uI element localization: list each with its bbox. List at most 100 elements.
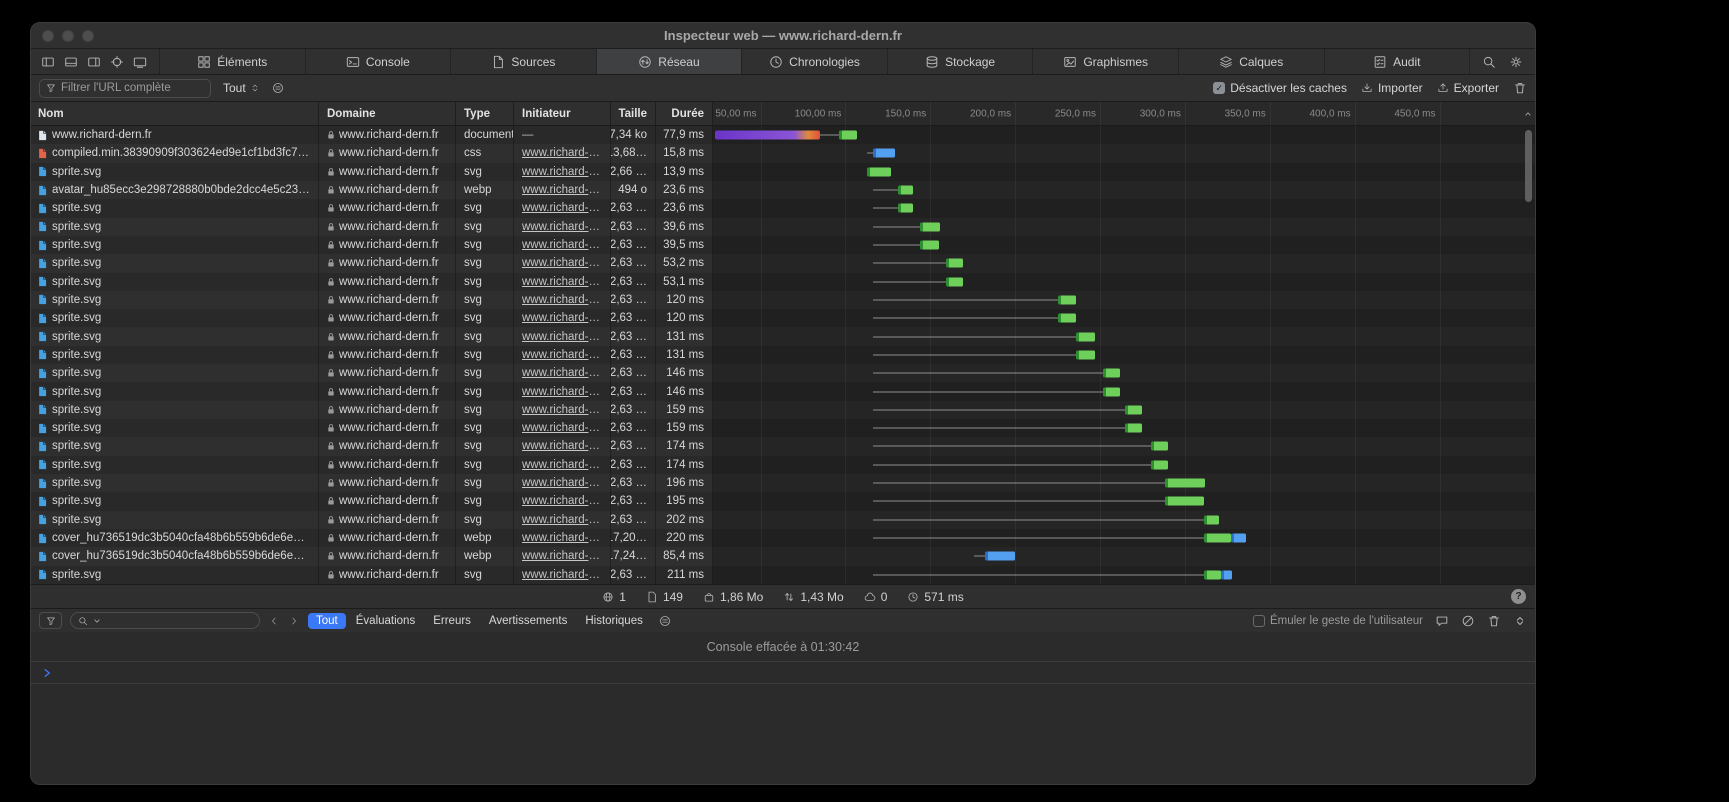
- column-header-domaine[interactable]: Domaine: [319, 102, 456, 125]
- dock-right-icon[interactable]: [87, 55, 101, 69]
- resource-type-filter[interactable]: Tout: [219, 79, 264, 97]
- network-row[interactable]: sprite.svgwww.richard-dern.frsvgwww.rich…: [31, 419, 1535, 437]
- help-button[interactable]: ?: [1511, 589, 1526, 604]
- network-options-icon[interactable]: [272, 82, 284, 94]
- network-row[interactable]: sprite.svgwww.richard-dern.frsvgwww.rich…: [31, 236, 1535, 254]
- console-tab-erreurs[interactable]: Erreurs: [425, 613, 479, 629]
- vertical-scrollbar[interactable]: [1525, 130, 1532, 202]
- gear-icon[interactable]: [1509, 55, 1523, 69]
- network-row[interactable]: sprite.svgwww.richard-dern.frsvgwww.rich…: [31, 273, 1535, 291]
- column-header-taille[interactable]: Taille: [611, 102, 656, 125]
- initiator-link[interactable]: www.richard-d…: [522, 184, 602, 196]
- scroll-up-icon[interactable]: [1523, 109, 1533, 119]
- initiator-link[interactable]: www.richard-d…: [522, 532, 602, 544]
- network-row[interactable]: sprite.svgwww.richard-dern.frsvgwww.rich…: [31, 218, 1535, 236]
- tab-network[interactable]: Réseau: [596, 49, 742, 74]
- url-filter-input[interactable]: Filtrer l'URL complète: [39, 79, 211, 98]
- next-result-button[interactable]: [288, 615, 300, 627]
- zoom-window-button[interactable]: [82, 30, 94, 42]
- console-tab-avertissements[interactable]: Avertissements: [481, 613, 575, 629]
- initiator-link[interactable]: www.richard-d…: [522, 569, 602, 581]
- initiator-link[interactable]: www.richard-d…: [522, 294, 602, 306]
- network-row[interactable]: sprite.svgwww.richard-dern.frsvgwww.rich…: [31, 566, 1535, 584]
- tab-graphics[interactable]: Graphismes: [1032, 49, 1178, 74]
- export-button[interactable]: Exporter: [1437, 81, 1499, 95]
- clear-console-icon[interactable]: [1461, 614, 1475, 628]
- tab-console[interactable]: Console: [305, 49, 451, 74]
- network-row[interactable]: cover_hu736519dc3b5040cfa48b6b559b6de6ec…: [31, 529, 1535, 547]
- network-row[interactable]: sprite.svgwww.richard-dern.frsvgwww.rich…: [31, 401, 1535, 419]
- tab-elements[interactable]: Éléments: [160, 49, 305, 74]
- search-icon[interactable]: [1482, 55, 1496, 69]
- column-header-initiateur[interactable]: Initiateur: [514, 102, 611, 125]
- network-row[interactable]: sprite.svgwww.richard-dern.frsvgwww.rich…: [31, 309, 1535, 327]
- initiator-link[interactable]: www.richard-d…: [522, 404, 602, 416]
- network-row[interactable]: sprite.svgwww.richard-dern.frsvgwww.rich…: [31, 382, 1535, 400]
- network-row[interactable]: sprite.svgwww.richard-dern.frsvgwww.rich…: [31, 437, 1535, 455]
- network-row[interactable]: sprite.svgwww.richard-dern.frsvgwww.rich…: [31, 474, 1535, 492]
- minimize-window-button[interactable]: [62, 30, 74, 42]
- console-filter-button[interactable]: [39, 612, 62, 629]
- initiator-link[interactable]: www.richard-d…: [522, 440, 602, 452]
- tab-timelines[interactable]: Chronologies: [741, 49, 887, 74]
- initiator-link[interactable]: www.richard-d…: [522, 312, 602, 324]
- column-header-duree[interactable]: Durée: [656, 102, 713, 125]
- disable-caches-checkbox[interactable]: ✓ Désactiver les caches: [1213, 81, 1347, 95]
- initiator-link[interactable]: www.richard-d…: [522, 166, 602, 178]
- network-row[interactable]: www.richard-dern.frwww.richard-dern.frdo…: [31, 126, 1535, 144]
- network-row[interactable]: sprite.svgwww.richard-dern.frsvgwww.rich…: [31, 327, 1535, 345]
- network-row[interactable]: sprite.svgwww.richard-dern.frsvgwww.rich…: [31, 492, 1535, 510]
- initiator-link[interactable]: www.richard-d…: [522, 550, 602, 562]
- element-picker-icon[interactable]: [110, 55, 124, 69]
- initiator-link[interactable]: www.richard-d…: [522, 147, 602, 159]
- initiator-link[interactable]: www.richard-d…: [522, 349, 602, 361]
- initiator-link[interactable]: www.richard-d…: [522, 331, 602, 343]
- resize-console-icon[interactable]: [1513, 614, 1527, 628]
- close-window-button[interactable]: [42, 30, 54, 42]
- import-button[interactable]: Importer: [1361, 81, 1423, 95]
- initiator-link[interactable]: www.richard-d…: [522, 367, 602, 379]
- network-row[interactable]: sprite.svgwww.richard-dern.frsvgwww.rich…: [31, 163, 1535, 181]
- tab-sources[interactable]: Sources: [450, 49, 596, 74]
- device-icon[interactable]: [133, 55, 147, 69]
- dock-left-icon[interactable]: [41, 55, 55, 69]
- console-tab-historiques[interactable]: Historiques: [577, 613, 651, 629]
- network-row[interactable]: sprite.svgwww.richard-dern.frsvgwww.rich…: [31, 199, 1535, 217]
- network-row[interactable]: avatar_hu85ecc3e298728880b0bde2dcc4e5c23…: [31, 181, 1535, 199]
- initiator-link[interactable]: www.richard-d…: [522, 202, 602, 214]
- network-row[interactable]: sprite.svgwww.richard-dern.frsvgwww.rich…: [31, 364, 1535, 382]
- initiator-link[interactable]: www.richard-d…: [522, 459, 602, 471]
- column-header-nom[interactable]: Nom: [31, 102, 319, 125]
- network-row[interactable]: sprite.svgwww.richard-dern.frsvgwww.rich…: [31, 346, 1535, 364]
- previous-result-button[interactable]: [268, 615, 280, 627]
- initiator-link[interactable]: www.richard-d…: [522, 514, 602, 526]
- initiator-link[interactable]: www.richard-d…: [522, 257, 602, 269]
- console-prompt[interactable]: [31, 662, 1535, 684]
- tab-layers[interactable]: Calques: [1178, 49, 1324, 74]
- network-row[interactable]: sprite.svgwww.richard-dern.frsvgwww.rich…: [31, 511, 1535, 529]
- initiator-link[interactable]: www.richard-d…: [522, 239, 602, 251]
- emulate-gesture-checkbox[interactable]: Émuler le geste de l'utilisateur: [1253, 615, 1423, 627]
- tab-audit[interactable]: Audit: [1324, 49, 1470, 74]
- console-messages-icon[interactable]: [1435, 614, 1449, 628]
- console-search-input[interactable]: [70, 612, 260, 629]
- network-row[interactable]: sprite.svgwww.richard-dern.frsvgwww.rich…: [31, 291, 1535, 309]
- console-tab-évaluations[interactable]: Évaluations: [348, 613, 423, 629]
- initiator-link[interactable]: www.richard-d…: [522, 221, 602, 233]
- initiator-link[interactable]: www.richard-d…: [522, 477, 602, 489]
- initiator-link[interactable]: www.richard-d…: [522, 422, 602, 434]
- network-row[interactable]: compiled.min.38390909f303624ed9e1cf1bd3f…: [31, 144, 1535, 162]
- column-header-type[interactable]: Type: [456, 102, 514, 125]
- console-tab-tout[interactable]: Tout: [308, 613, 346, 629]
- initiator-link[interactable]: www.richard-d…: [522, 495, 602, 507]
- dock-bottom-icon[interactable]: [64, 55, 78, 69]
- tab-storage[interactable]: Stockage: [887, 49, 1033, 74]
- console-options-icon[interactable]: [659, 615, 671, 627]
- clear-network-trash-icon[interactable]: [1513, 81, 1527, 95]
- titlebar[interactable]: Inspecteur web — www.richard-dern.fr: [31, 23, 1535, 49]
- network-row[interactable]: cover_hu736519dc3b5040cfa48b6b559b6de6ec…: [31, 547, 1535, 565]
- console-trash-icon[interactable]: [1487, 614, 1501, 628]
- initiator-link[interactable]: www.richard-d…: [522, 276, 602, 288]
- network-row[interactable]: sprite.svgwww.richard-dern.frsvgwww.rich…: [31, 456, 1535, 474]
- network-row[interactable]: sprite.svgwww.richard-dern.frsvgwww.rich…: [31, 254, 1535, 272]
